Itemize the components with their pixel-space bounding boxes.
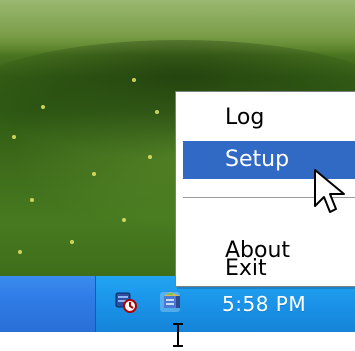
wallpaper-flower: [122, 218, 126, 222]
text-cursor-icon: [172, 323, 184, 347]
wallpaper-flower: [18, 250, 22, 254]
monitor-clock-icon[interactable]: [114, 290, 138, 314]
wallpaper-flower: [41, 105, 45, 109]
menu-item-about[interactable]: About: [183, 232, 355, 270]
colorful-cube-app-icon[interactable]: [158, 290, 182, 314]
wallpaper-flower: [155, 110, 159, 114]
menu-item-label: Log: [225, 105, 265, 130]
wallpaper-flower: [92, 172, 96, 176]
menu-item-exit[interactable]: Exit: [183, 258, 355, 286]
menu-item-log[interactable]: Log: [183, 99, 355, 137]
wallpaper-flower: [70, 240, 74, 244]
menu-item-label: Exit: [225, 256, 267, 281]
wallpaper-flower: [148, 155, 152, 159]
wallpaper-flower: [132, 78, 136, 82]
mouse-pointer-icon: [313, 168, 347, 218]
wallpaper-flower: [30, 198, 34, 202]
menu-item-label: Setup: [225, 147, 290, 172]
taskbar-clock: 5:58 PM: [222, 292, 307, 316]
wallpaper-flower: [12, 135, 16, 139]
